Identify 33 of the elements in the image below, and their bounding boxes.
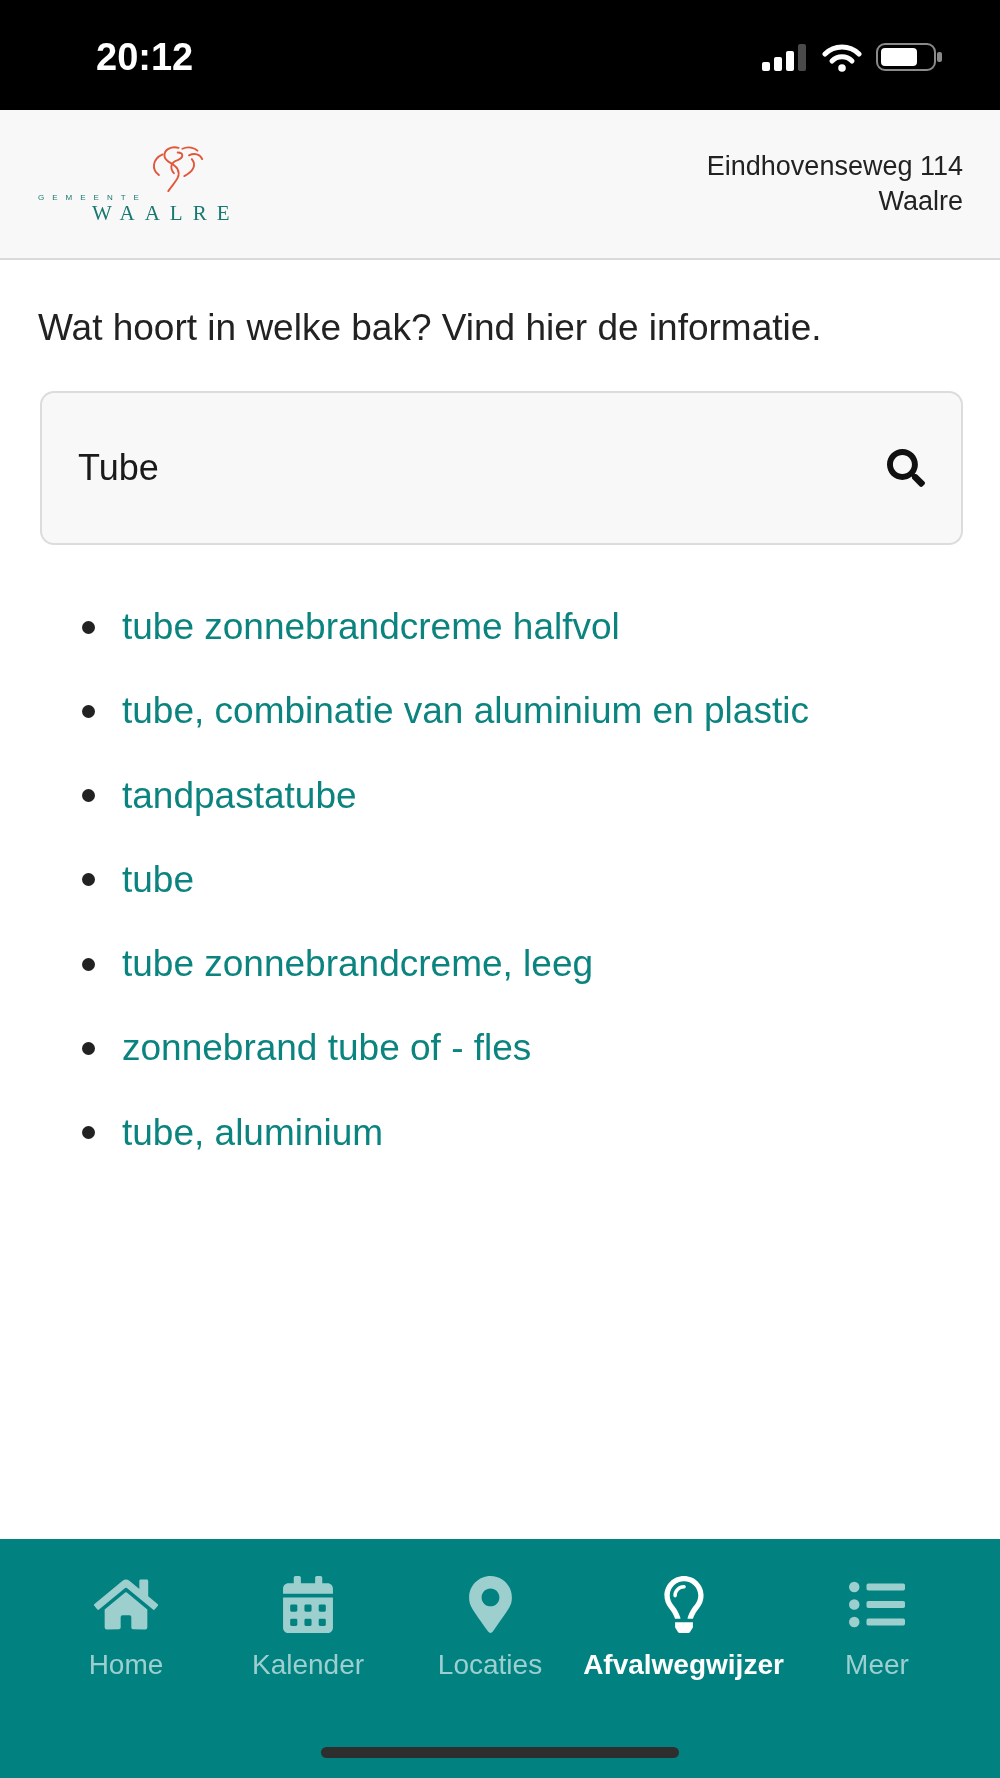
address-line: Eindhovenseweg 114	[706, 150, 963, 183]
bullet-icon	[82, 873, 95, 887]
search-result-link[interactable]: tube, combinatie van aluminium en plastic	[122, 689, 809, 734]
address-line: Waalre	[878, 185, 963, 218]
battery-icon	[876, 43, 942, 71]
search-icon[interactable]	[887, 449, 925, 487]
search-result-link[interactable]: tube zonnebrandcreme, leeg	[122, 942, 594, 987]
nav-tab[interactable]: Kalender	[217, 1576, 399, 1682]
search-result-link[interactable]: tube, aluminium	[122, 1110, 384, 1155]
nav-tab[interactable]: Meer	[786, 1576, 968, 1682]
logo-subtitle: GEMEENTE	[38, 192, 148, 202]
calendar-icon	[283, 1576, 333, 1633]
search-field[interactable]: Tube	[40, 391, 963, 545]
lightbulb-icon	[663, 1576, 704, 1633]
bullet-icon	[82, 704, 95, 718]
search-result-link[interactable]: tandpastatube	[122, 773, 357, 818]
search-result-link[interactable]: zonnebrand tube of - fles	[122, 1026, 532, 1071]
status-time: 20:12	[96, 35, 194, 76]
bullet-icon	[82, 620, 95, 634]
intro-text: Wat hoort in welke bak? Vind hier de informatie.	[38, 306, 822, 350]
search-result-link[interactable]: tube	[122, 857, 194, 902]
bullet-icon	[82, 957, 95, 971]
wifi-icon	[822, 42, 862, 72]
search-result-link[interactable]: tube zonnebrandcreme halfvol	[122, 605, 620, 649]
nav-tab[interactable]: Home	[35, 1576, 217, 1682]
bullet-icon	[82, 1126, 95, 1140]
nav-tab[interactable]: Locaties	[399, 1576, 581, 1682]
bullet-icon	[82, 789, 95, 803]
bullet-icon	[82, 1042, 95, 1055]
nav-tab[interactable]: Afvalwegwijzer	[581, 1576, 786, 1682]
map-pin-icon	[468, 1576, 512, 1633]
signal-icon	[762, 43, 808, 71]
logo-wordmark: WAALRE	[92, 201, 240, 224]
